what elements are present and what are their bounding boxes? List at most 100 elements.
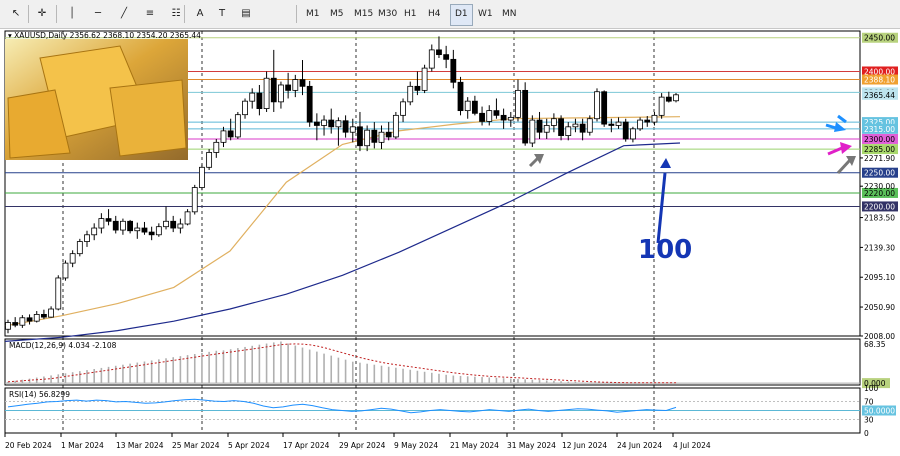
timeframe-h4[interactable]: H4	[424, 4, 445, 24]
candle-body	[242, 100, 248, 116]
candle-body	[98, 218, 105, 229]
candle-body	[84, 234, 90, 242]
candle-body	[644, 119, 651, 123]
candle-body	[658, 96, 665, 116]
rsi-tick-label: 70	[864, 398, 874, 407]
candle-body	[48, 308, 54, 318]
candle-body	[256, 92, 263, 109]
candle-body	[328, 119, 335, 128]
macd-tick-max: 68.35	[864, 340, 886, 349]
candle-body	[227, 130, 234, 138]
candle-body	[630, 128, 636, 140]
x-axis-label: 12 Jun 2024	[562, 441, 607, 450]
timeframe-mn[interactable]: MN	[498, 4, 521, 24]
timeframe-d1[interactable]: D1	[450, 4, 473, 26]
candle-body	[213, 141, 220, 153]
candle-body	[299, 79, 306, 87]
y-tick-label: 2271.90	[864, 154, 895, 163]
candle-body	[55, 277, 62, 310]
rsi-tick-label: 0	[864, 429, 869, 438]
toolbar-separator	[28, 5, 29, 23]
crosshair-icon[interactable]: ✛	[32, 4, 52, 24]
x-axis-label: 31 May 2024	[507, 441, 556, 450]
macd-title: MACD(12,26,9) 4.034 -2.108	[9, 341, 117, 350]
candle-body	[148, 231, 155, 236]
candle-body	[285, 84, 292, 91]
timeframe-w1[interactable]: W1	[474, 4, 497, 24]
candle-body	[234, 114, 241, 138]
shapes-icon[interactable]: ▤	[236, 4, 256, 24]
trendline-icon[interactable]: ╱	[114, 4, 134, 24]
label-icon[interactable]: T	[212, 4, 232, 24]
candle-body	[191, 187, 198, 213]
candle-body	[428, 49, 435, 69]
timeframe-m30[interactable]: M30	[374, 4, 401, 24]
candle-body	[392, 114, 399, 138]
candle-body	[120, 220, 126, 231]
timeframe-m1[interactable]: M1	[302, 4, 324, 24]
candle-body	[112, 220, 119, 231]
candle-body	[91, 227, 98, 236]
candle-body	[5, 322, 11, 330]
candle-body	[26, 317, 33, 322]
price-tag-label: 2200.00	[864, 202, 895, 211]
candle-body	[637, 119, 643, 130]
candle-body	[306, 85, 313, 123]
candle-body	[436, 49, 442, 56]
candle-body	[76, 241, 83, 255]
candle-body	[443, 54, 450, 60]
candle-body	[220, 130, 227, 143]
x-axis-label: 9 May 2024	[394, 441, 438, 450]
candle-body	[651, 114, 658, 123]
price-tag-label: 2450.00	[864, 34, 895, 43]
toolbar-separator	[56, 5, 57, 23]
candle-body	[500, 114, 507, 121]
toolbar-separator	[184, 5, 185, 23]
candle-body	[615, 121, 622, 126]
y-tick-label: 2230.00	[864, 182, 895, 191]
gold-bar-2	[109, 79, 187, 157]
candle-body	[313, 121, 320, 126]
candle-body	[249, 92, 256, 102]
candle-body	[41, 314, 47, 318]
x-axis-label: 21 May 2024	[450, 441, 499, 450]
candle-body	[62, 262, 69, 279]
channel-icon[interactable]: ≡	[140, 4, 160, 24]
candle-body	[357, 126, 363, 147]
price-tag-label: 2315.00	[864, 125, 895, 134]
timeframe-h1[interactable]: H1	[400, 4, 421, 24]
timeframe-m5[interactable]: M5	[326, 4, 348, 24]
candle-body	[622, 121, 629, 140]
text-icon[interactable]: A	[190, 4, 210, 24]
x-axis-label: 13 Mar 2024	[116, 441, 164, 450]
candle-body	[522, 89, 529, 144]
candle-body	[579, 123, 586, 133]
x-axis-label: 25 Mar 2024	[172, 441, 220, 450]
candle-body	[543, 125, 550, 133]
candle-body	[464, 100, 471, 112]
candle-body	[407, 85, 414, 103]
candle-body	[536, 119, 543, 133]
candle-body	[493, 110, 500, 116]
candle-body	[507, 116, 514, 121]
y-tick-label: 2050.90	[864, 303, 895, 312]
y-tick-label: 2095.10	[864, 273, 895, 282]
candle-body	[421, 67, 428, 91]
horizontal-line-icon[interactable]: ─	[88, 4, 108, 24]
candle-body	[529, 119, 536, 144]
price-tag-label: 2250.00	[864, 169, 895, 178]
fibonacci-icon[interactable]: ☷	[166, 4, 186, 24]
candle-body	[335, 120, 342, 128]
vertical-line-icon[interactable]: │	[62, 4, 82, 24]
x-axis-label: 24 Jun 2024	[617, 441, 662, 450]
candle-body	[601, 91, 608, 125]
candle-body	[414, 85, 421, 91]
candle-body	[105, 218, 112, 222]
candle-body	[199, 166, 205, 188]
candle-body	[278, 84, 284, 103]
cursor-icon[interactable]: ↖	[6, 4, 26, 24]
candle-body	[364, 129, 371, 147]
chart-area: ▾ XAUUSD,Daily 2356.62 2368.10 2354.20 2…	[4, 30, 898, 450]
candle-body	[594, 91, 600, 120]
candle-body	[515, 89, 521, 118]
